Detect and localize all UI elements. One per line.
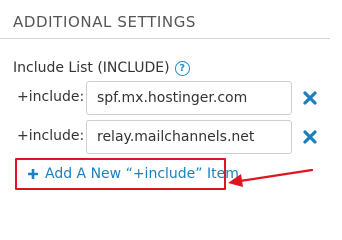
- include-row-label: +include:: [17, 89, 85, 105]
- add-include-item-label: Add A New “+include” Item: [45, 166, 239, 182]
- add-include-item-button[interactable]: Add A New “+include” Item: [27, 166, 239, 182]
- include-list-label-group: Include List (INCLUDE) ?: [13, 60, 190, 76]
- include-list-label: Include List (INCLUDE): [13, 60, 170, 76]
- section-heading: ADDITIONAL SETTINGS: [13, 13, 197, 31]
- include-value-input[interactable]: [86, 120, 292, 154]
- remove-include-icon[interactable]: [301, 89, 319, 107]
- plus-icon: [28, 169, 38, 179]
- include-row: +include:: [0, 120, 342, 154]
- highlight-box: Add A New “+include” Item: [15, 158, 239, 190]
- section-divider: [0, 38, 330, 39]
- help-icon[interactable]: ?: [174, 60, 190, 76]
- include-row: +include:: [0, 81, 342, 115]
- include-value-input[interactable]: [86, 81, 292, 115]
- remove-include-icon[interactable]: [301, 128, 319, 146]
- arrow-icon: [228, 168, 314, 187]
- include-row-label: +include:: [17, 128, 85, 144]
